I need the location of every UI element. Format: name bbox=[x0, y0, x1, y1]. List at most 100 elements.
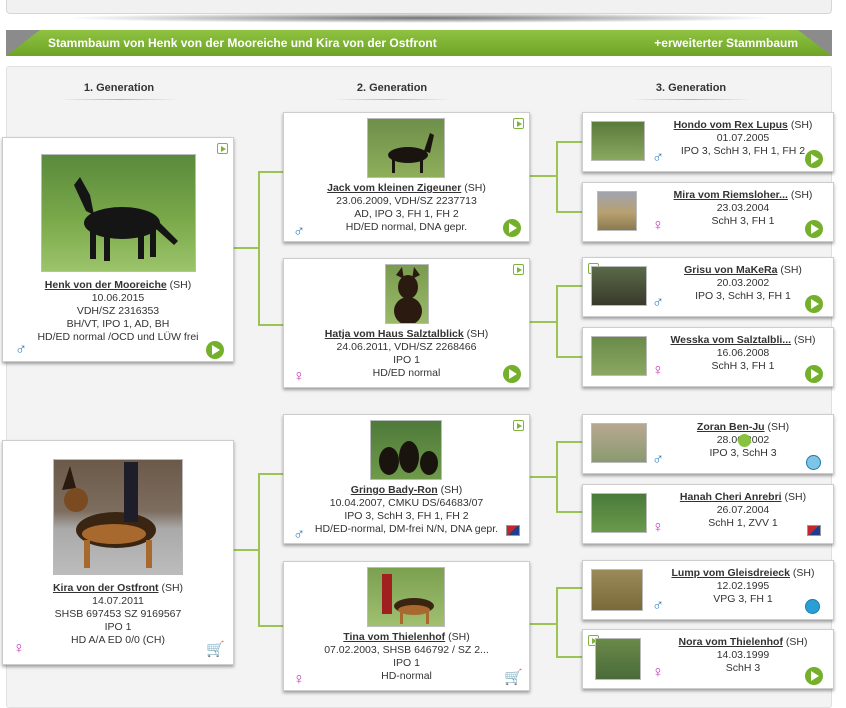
dog-card-hatja[interactable]: Hatja vom Haus Salztalblick (SH) 24.06.2… bbox=[283, 258, 530, 388]
dog-info-line: 26.07.2004 bbox=[716, 504, 770, 516]
dog-name-link[interactable]: Hondo vom Rex Lupus bbox=[674, 119, 788, 131]
dog-card-hondo[interactable]: Hondo vom Rex Lupus (SH) 01.07.2005 IPO … bbox=[582, 112, 834, 172]
video-play-icon[interactable] bbox=[513, 420, 524, 431]
dog-card-gringo[interactable]: Gringo Bady-Ron (SH) 10.04.2007, CMKU DS… bbox=[283, 414, 530, 544]
dog-name-link[interactable]: Lump vom Gleisdreieck bbox=[672, 567, 790, 579]
dog-photo[interactable] bbox=[41, 154, 196, 272]
dog-card-tina[interactable]: Tina vom Thielenhof (SH) 07.02.2003, SHS… bbox=[283, 561, 530, 691]
dog-suffix: (SH) bbox=[785, 636, 808, 648]
male-icon: ♂ bbox=[293, 526, 305, 543]
dog-photo[interactable] bbox=[385, 264, 429, 324]
dog-photo[interactable] bbox=[53, 459, 183, 575]
dog-card-lump[interactable]: Lump vom Gleisdreieck (SH) 12.02.1995 VP… bbox=[582, 560, 834, 620]
dog-suffix: (SH) bbox=[793, 334, 816, 346]
dog-card-kira[interactable]: Kira von der Ostfront (SH) 14.07.2011 SH… bbox=[2, 440, 234, 665]
video-play-icon[interactable] bbox=[513, 118, 524, 129]
male-icon: ♂ bbox=[15, 341, 27, 358]
dog-info-line: AD, IPO 3, FH 1, FH 2 bbox=[354, 208, 459, 220]
video-play-icon[interactable] bbox=[513, 264, 524, 275]
dog-photo[interactable] bbox=[591, 423, 647, 463]
dog-info-line: HD-normal bbox=[381, 670, 432, 682]
paw-badge-icon[interactable] bbox=[738, 434, 751, 447]
dog-info-line: 14.07.2011 bbox=[92, 595, 144, 607]
dog-info-line: 24.06.2011, VDH/SZ 2268466 bbox=[336, 341, 477, 353]
male-icon: ♂ bbox=[652, 149, 664, 166]
dog-name-link[interactable]: Henk von der Mooreiche bbox=[45, 279, 167, 291]
dog-photo[interactable] bbox=[591, 121, 645, 161]
dog-suffix: (SH) bbox=[767, 421, 790, 433]
cart-icon[interactable]: 🛒 bbox=[206, 642, 225, 657]
male-icon: ♂ bbox=[652, 451, 664, 468]
country-flag-icon[interactable] bbox=[807, 525, 821, 536]
breed-club-icon[interactable] bbox=[805, 599, 820, 614]
dog-info-line: HD A/A ED 0/0 (CH) bbox=[71, 634, 165, 646]
dog-info-line: SchH 1, ZVV 1 bbox=[708, 517, 778, 529]
dog-suffix: (SH) bbox=[790, 119, 813, 131]
dog-suffix: (SH) bbox=[169, 279, 192, 291]
dog-photo[interactable] bbox=[595, 638, 641, 680]
dog-name-link[interactable]: Jack vom kleinen Zigeuner bbox=[327, 182, 461, 194]
dog-photo[interactable] bbox=[591, 336, 647, 376]
dog-info-line: HD/ED-normal, DM-frei N/N, DNA gepr. bbox=[314, 523, 499, 535]
next-arrow-icon[interactable] bbox=[503, 219, 521, 237]
dog-info-line: HD/ED normal, DNA gepr. bbox=[345, 221, 468, 233]
dog-card-henk[interactable]: Henk von der Mooreiche (SH) 10.06.2015 V… bbox=[2, 137, 234, 362]
female-icon: ♀ bbox=[293, 671, 305, 688]
dog-card-nora[interactable]: Nora vom Thielenhof (SH) 14.03.1999 SchH… bbox=[582, 629, 834, 689]
dog-name-link[interactable]: Hatja vom Haus Salztalblick bbox=[325, 328, 464, 340]
dog-name-link[interactable]: Zoran Ben-Ju bbox=[697, 421, 765, 433]
dog-card-grisu[interactable]: Grisu von MaKeRa (SH) 20.03.2002 IPO 3, … bbox=[582, 257, 834, 317]
dog-name-link[interactable]: Mira vom Riemsloher... bbox=[674, 189, 788, 201]
dog-info-line: 01.07.2005 bbox=[716, 132, 770, 144]
cart-icon[interactable]: 🛒 bbox=[504, 670, 523, 685]
country-flag-icon[interactable] bbox=[506, 525, 520, 536]
dog-name-link[interactable]: Hanah Cheri Anrebri bbox=[680, 491, 782, 503]
dog-info-line: 20.03.2002 bbox=[716, 277, 770, 289]
dog-card-hanah[interactable]: Hanah Cheri Anrebri (SH) 26.07.2004 SchH… bbox=[582, 484, 834, 544]
connector-gen2-jack bbox=[530, 141, 582, 213]
dog-suffix: (SH) bbox=[792, 567, 815, 579]
dog-card-jack[interactable]: Jack vom kleinen Zigeuner (SH) 23.06.200… bbox=[283, 112, 530, 242]
dog-info-line: 16.06.2008 bbox=[716, 347, 770, 359]
next-arrow-icon[interactable] bbox=[206, 341, 224, 359]
dog-info-line: 23.06.2009, VDH/SZ 2237713 bbox=[336, 195, 477, 207]
connector-gen2-hatja bbox=[530, 285, 582, 358]
dog-info-line: BH/VT, IPO 1, AD, BH bbox=[66, 318, 170, 330]
breed-club-icon[interactable] bbox=[806, 455, 821, 470]
dog-info-line: IPO 1 bbox=[393, 354, 420, 366]
dog-name-link[interactable]: Tina vom Thielenhof bbox=[343, 631, 445, 643]
dog-info-line: 07.02.2003, SHSB 646792 / SZ 2... bbox=[324, 644, 489, 656]
next-arrow-icon[interactable] bbox=[805, 220, 823, 238]
dog-name-link[interactable]: Wesska vom Salztalbli... bbox=[670, 334, 791, 346]
dog-card-mira[interactable]: Mira vom Riemsloher... (SH) 23.03.2004 S… bbox=[582, 182, 834, 242]
dog-card-zoran[interactable]: Zoran Ben-Ju (SH) 28.06.2002 IPO 3, SchH… bbox=[582, 414, 834, 474]
next-arrow-icon[interactable] bbox=[805, 150, 823, 168]
dog-suffix: (SH) bbox=[790, 189, 813, 201]
dog-info-line: 10.06.2015 bbox=[91, 292, 145, 304]
dog-suffix: (SH) bbox=[161, 582, 184, 594]
video-play-icon[interactable] bbox=[217, 143, 228, 154]
dog-photo[interactable] bbox=[591, 569, 643, 611]
dog-suffix: (SH) bbox=[464, 182, 486, 194]
female-icon: ♀ bbox=[13, 640, 25, 657]
dog-name-link[interactable]: Gringo Bady-Ron bbox=[351, 484, 438, 496]
dog-photo[interactable] bbox=[591, 266, 647, 306]
dog-info-line: HD/ED normal /OCD und LÜW frei bbox=[37, 331, 199, 343]
next-arrow-icon[interactable] bbox=[805, 295, 823, 313]
dog-photo[interactable] bbox=[367, 118, 445, 178]
connector-gen1-kira bbox=[234, 473, 283, 627]
dog-photo[interactable] bbox=[597, 191, 637, 231]
next-arrow-icon[interactable] bbox=[805, 667, 823, 685]
female-icon: ♀ bbox=[652, 217, 664, 234]
next-arrow-icon[interactable] bbox=[805, 365, 823, 383]
dog-card-wesska[interactable]: Wesska vom Salztalbli... (SH) 16.06.2008… bbox=[582, 327, 834, 387]
dog-name-link[interactable]: Grisu von MaKeRa bbox=[684, 264, 777, 276]
dog-suffix: (SH) bbox=[448, 631, 470, 643]
dog-name-link[interactable]: Kira von der Ostfront bbox=[53, 582, 159, 594]
dog-photo[interactable] bbox=[370, 420, 442, 480]
next-arrow-icon[interactable] bbox=[503, 365, 521, 383]
dog-photo[interactable] bbox=[367, 567, 445, 627]
dog-name-link[interactable]: Nora vom Thielenhof bbox=[679, 636, 783, 648]
female-icon: ♀ bbox=[652, 519, 664, 536]
dog-photo[interactable] bbox=[591, 493, 647, 533]
